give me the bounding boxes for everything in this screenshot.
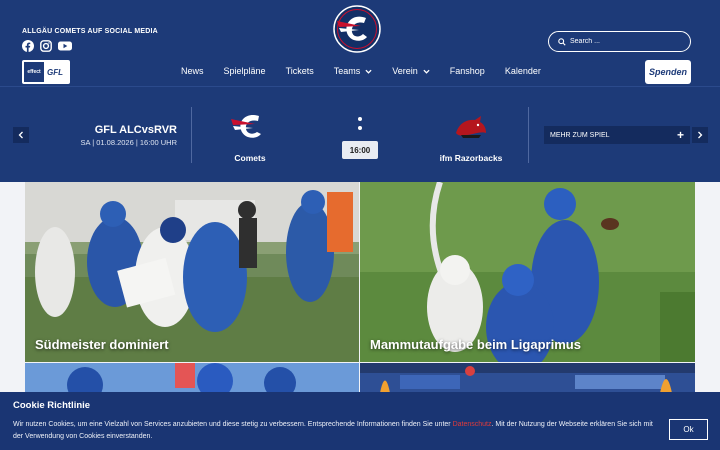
next-game-button[interactable] [692, 127, 708, 143]
news-title: Südmeister dominiert [35, 337, 169, 352]
search-input[interactable] [570, 38, 680, 45]
nav-item-teams[interactable]: Teams [334, 66, 373, 76]
cookie-text: Wir nutzen Cookies, um eine Vielzahl von… [13, 421, 653, 440]
previous-game-button[interactable] [13, 127, 29, 143]
youtube-icon[interactable] [58, 40, 72, 52]
nav-item-fanshop[interactable]: Fanshop [450, 66, 485, 76]
game-bar: GFL ALCvsRVR SA | 01.08.2026 | 16:00 UHR… [0, 86, 720, 182]
donate-button[interactable]: Spenden [645, 60, 691, 84]
news-card[interactable]: Südmeister dominiert [25, 182, 359, 362]
chevron-right-icon [698, 131, 703, 139]
news-image [360, 182, 695, 362]
away-team-name: ifm Razorbacks [439, 153, 503, 163]
news-image [25, 182, 359, 362]
news-title: Mammutaufgabe beim Ligaprimus [370, 337, 581, 352]
facebook-icon[interactable] [22, 40, 34, 52]
kickoff-time: 16:00 [342, 141, 378, 159]
nav-item-verein[interactable]: Verein [392, 66, 430, 76]
nav-item-news[interactable]: News [181, 66, 204, 76]
game-date: SA | 01.08.2026 | 16:00 UHR [80, 138, 177, 147]
cookie-title: Cookie Richtlinie [13, 400, 91, 411]
search-field[interactable] [548, 31, 691, 52]
privacy-link[interactable]: Datenschutz [453, 421, 492, 428]
chevron-down-icon [423, 69, 430, 74]
razorbacks-team-logo [456, 116, 486, 138]
social-media-label: ALLGÄU COMETS AUF SOCIAL MEDIA [22, 28, 158, 35]
score-separator [358, 117, 362, 135]
nav-item-tickets[interactable]: Tickets [286, 66, 314, 76]
divider [528, 107, 529, 163]
site-header: ALLGÄU COMETS AUF SOCIAL MEDIA effect GF… [0, 0, 720, 86]
nav-item-spielplaene[interactable]: Spielpläne [224, 66, 266, 76]
effect-logo-mark: effect [24, 62, 44, 82]
divider [191, 107, 192, 163]
main-navigation: News Spielpläne Tickets Teams Verein Fan… [181, 66, 561, 76]
effect-gfl-logo[interactable]: effect GFL [22, 60, 70, 84]
news-card[interactable]: Mammutaufgabe beim Ligaprimus [360, 182, 695, 362]
instagram-icon[interactable] [40, 40, 52, 52]
cookie-banner: Cookie Richtlinie Wir nutzen Cookies, um… [0, 392, 720, 450]
chevron-down-icon [365, 69, 372, 74]
search-icon [558, 37, 566, 46]
social-icons [22, 40, 72, 52]
more-about-game-button[interactable]: MEHR ZUM SPIEL + [544, 126, 690, 144]
game-title: GFL ALCvsRVR [94, 124, 177, 136]
more-about-game-label: MEHR ZUM SPIEL [550, 131, 610, 139]
plus-icon: + [676, 128, 684, 142]
comets-team-logo [231, 114, 261, 138]
home-team-name: Comets [234, 153, 266, 163]
comets-logo[interactable] [331, 5, 383, 53]
nav-item-kalender[interactable]: Kalender [505, 66, 541, 76]
gfl-logo-text: GFL [47, 67, 63, 77]
cookie-ok-button[interactable]: Ok [669, 419, 708, 440]
chevron-left-icon [18, 131, 23, 139]
